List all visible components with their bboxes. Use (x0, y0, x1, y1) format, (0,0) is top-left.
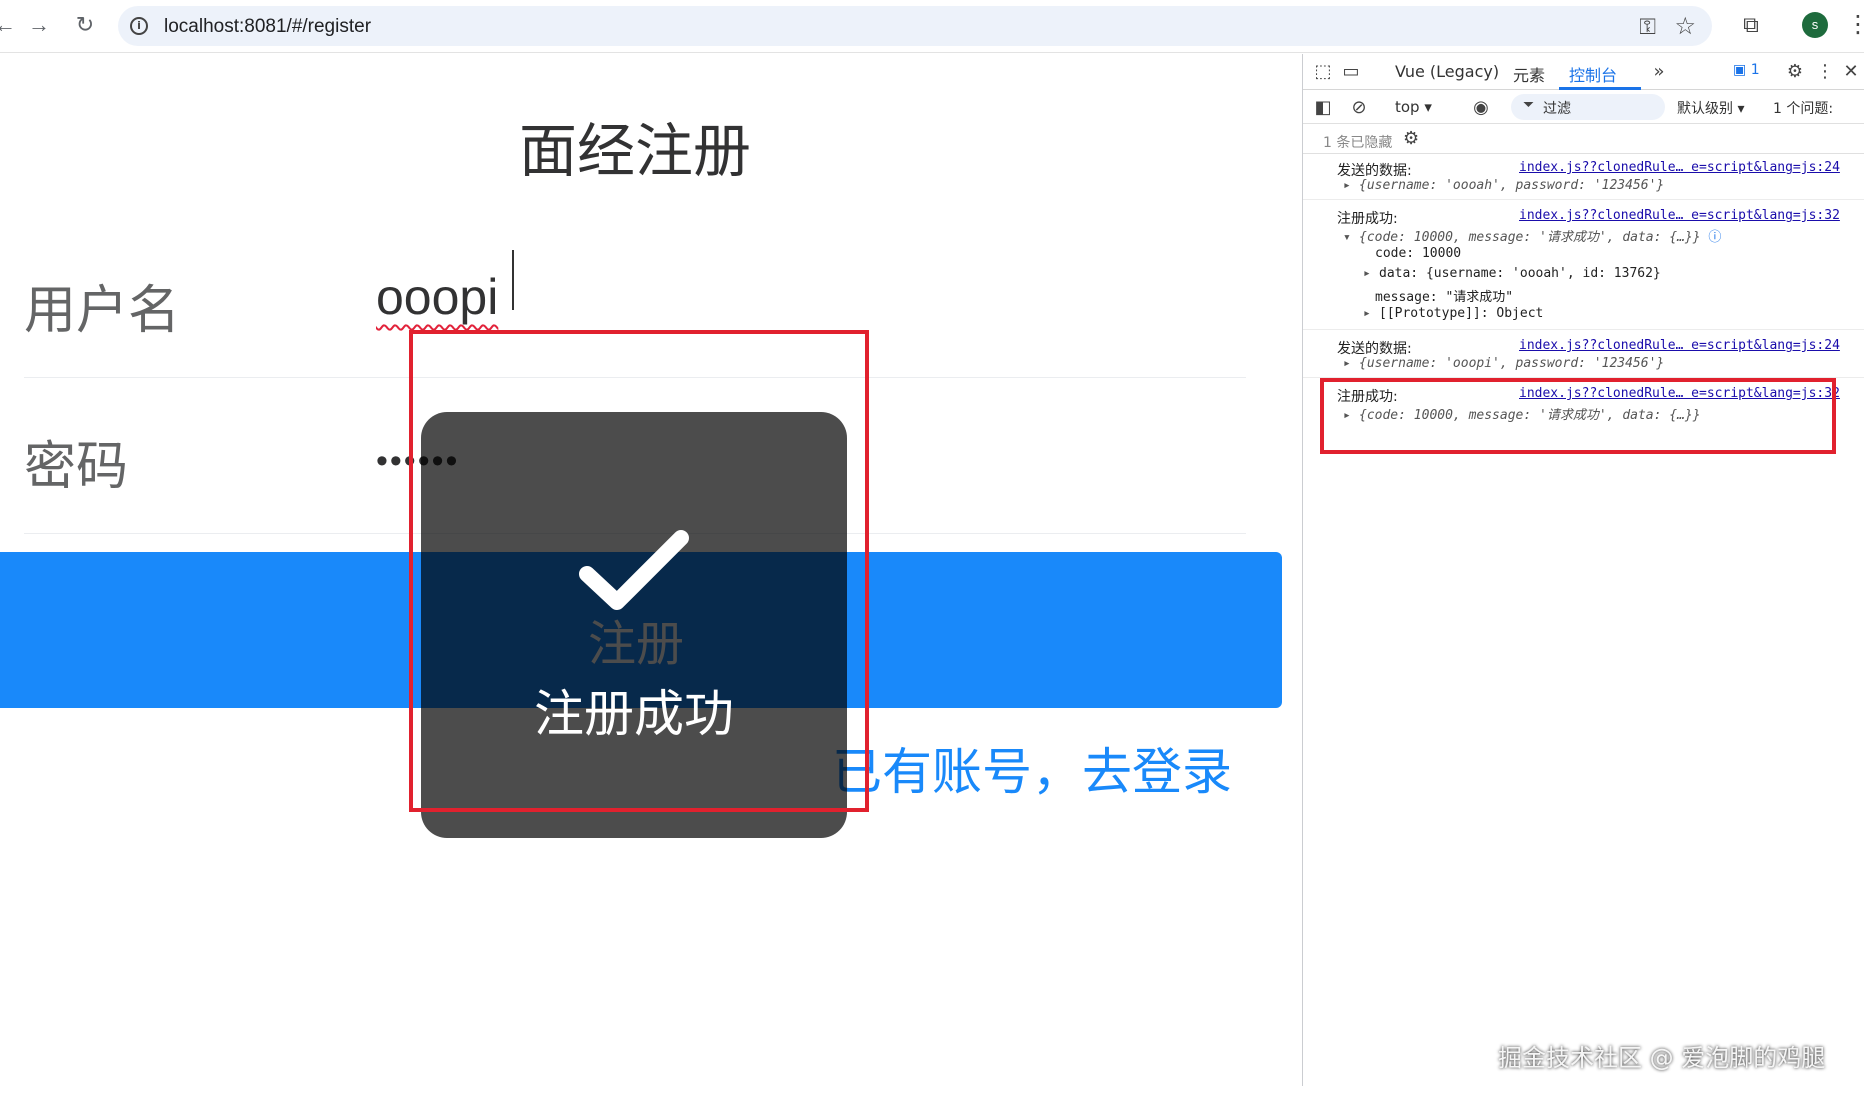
tab-elements[interactable]: 元素 (1513, 62, 1545, 86)
log-label: 发送的数据: (1337, 163, 1412, 179)
filter-icon: ⏷ (1523, 97, 1535, 113)
log-source-link[interactable]: index.js??clonedRule… e=script&lang=js:2… (1519, 160, 1840, 175)
forward-icon[interactable]: → (24, 10, 54, 40)
hidden-count: 1 条已隐藏 (1323, 135, 1393, 151)
device-toolbar-icon[interactable]: ▭ (1339, 60, 1363, 84)
sidebar-toggle-icon[interactable]: ◧ (1311, 96, 1335, 120)
devtools-panel: ⬚ ▭ Vue (Legacy) 元素 控制台 » ▣ 1 ⚙ ⋮ ✕ ◧ ⊘ … (1302, 54, 1864, 1086)
password-label: 密码 (24, 438, 129, 496)
log-prop: message: "请求成功" (1375, 290, 1514, 305)
page-title: 面经注册 (518, 119, 751, 184)
gear-icon[interactable]: ⚙ (1783, 60, 1807, 84)
url-text: localhost:8081/#/register (164, 16, 372, 37)
console-filter-input[interactable]: ⏷ 过滤 (1511, 94, 1665, 120)
username-label: 用户名 (24, 282, 181, 340)
expand-triangle-icon: ▸ (1343, 178, 1351, 193)
inspect-element-icon[interactable]: ⬚ (1311, 60, 1335, 84)
console-log-entry: 发送的数据: index.js??clonedRule… e=script&la… (1303, 154, 1864, 200)
watermark: 掘金技术社区 @ 爱泡脚的鸡腿 (1498, 1044, 1826, 1072)
log-source-link[interactable]: index.js??clonedRule… e=script&lang=js:2… (1519, 338, 1840, 353)
reload-icon[interactable]: ↻ (70, 10, 100, 40)
log-source-link[interactable]: index.js??clonedRule… e=script&lang=js:3… (1519, 208, 1840, 223)
console-settings-gear-icon[interactable]: ⚙ (1403, 128, 1419, 149)
hidden-messages-row: 1 条已隐藏 ⚙ (1303, 124, 1864, 154)
collapse-triangle-icon: ▾ (1343, 230, 1351, 245)
eye-icon[interactable]: ◉ (1469, 96, 1493, 120)
log-object-expanded[interactable]: ▾ {code: 10000, message: '请求成功', data: {…… (1343, 226, 1721, 245)
tab-vue[interactable]: Vue (Legacy) (1395, 62, 1499, 81)
log-prop[interactable]: ▸ [[Prototype]]: Object (1363, 306, 1543, 321)
extensions-icon[interactable]: ⧉ (1736, 10, 1766, 40)
log-prop[interactable]: ▸ data: {username: 'oooah', id: 13762} (1363, 266, 1661, 281)
devtools-tab-bar: ⬚ ▭ Vue (Legacy) 元素 控制台 » ▣ 1 ⚙ ⋮ ✕ (1303, 54, 1864, 90)
info-icon: ⓘ (1708, 230, 1722, 245)
profile-avatar[interactable]: s (1802, 12, 1828, 38)
key-icon[interactable]: ⚿ (1639, 14, 1656, 40)
more-tabs-icon[interactable]: » (1647, 60, 1671, 84)
back-icon[interactable]: ← (0, 10, 20, 40)
go-login-link[interactable]: 已有账号，去登录 (832, 732, 1232, 804)
bookmark-star-icon[interactable]: ☆ (1674, 12, 1696, 41)
close-icon[interactable]: ✕ (1839, 60, 1863, 84)
log-object[interactable]: ▸ {username: 'ooopi', password: '123456'} (1343, 356, 1664, 371)
address-bar[interactable]: i localhost:8081/#/register ⚿ ☆ (118, 6, 1712, 46)
console-log-entry: 发送的数据: index.js??clonedRule… e=script&la… (1303, 332, 1864, 378)
annotation-highlight-toast (409, 330, 869, 812)
browser-toolbar: ← → ↻ i localhost:8081/#/register ⚿ ☆ ⧉ … (0, 0, 1864, 53)
messages-badge[interactable]: ▣ 1 (1733, 62, 1760, 78)
console-toolbar: ◧ ⊘ top ▾ ◉ ⏷ 过滤 默认级别 ▾ 1 个问题: (1303, 90, 1864, 124)
log-object[interactable]: ▸ {username: 'oooah', password: '123456'} (1343, 178, 1664, 193)
username-input[interactable]: ooopi (376, 268, 498, 326)
log-label: 注册成功: (1337, 211, 1398, 227)
filter-placeholder: 过滤 (1543, 101, 1571, 117)
context-selector[interactable]: top ▾ (1395, 98, 1432, 116)
devtools-menu-icon[interactable]: ⋮ (1813, 60, 1837, 84)
issues-counter[interactable]: 1 个问题: (1773, 98, 1833, 118)
kebab-menu-icon[interactable]: ⋮ (1846, 10, 1864, 40)
log-label: 发送的数据: (1337, 341, 1412, 357)
site-info-icon[interactable]: i (130, 17, 148, 35)
expand-triangle-icon: ▸ (1363, 306, 1371, 321)
annotation-highlight-log (1320, 378, 1836, 454)
tab-console[interactable]: 控制台 (1569, 62, 1617, 86)
console-log-entry: 注册成功: index.js??clonedRule… e=script&lan… (1303, 202, 1864, 330)
expand-triangle-icon: ▸ (1363, 266, 1371, 281)
clear-console-icon[interactable]: ⊘ (1347, 96, 1371, 120)
log-prop: code: 10000 (1375, 246, 1462, 261)
text-caret (512, 250, 514, 310)
log-level-selector[interactable]: 默认级别 ▾ (1677, 98, 1744, 118)
expand-triangle-icon: ▸ (1343, 356, 1351, 371)
